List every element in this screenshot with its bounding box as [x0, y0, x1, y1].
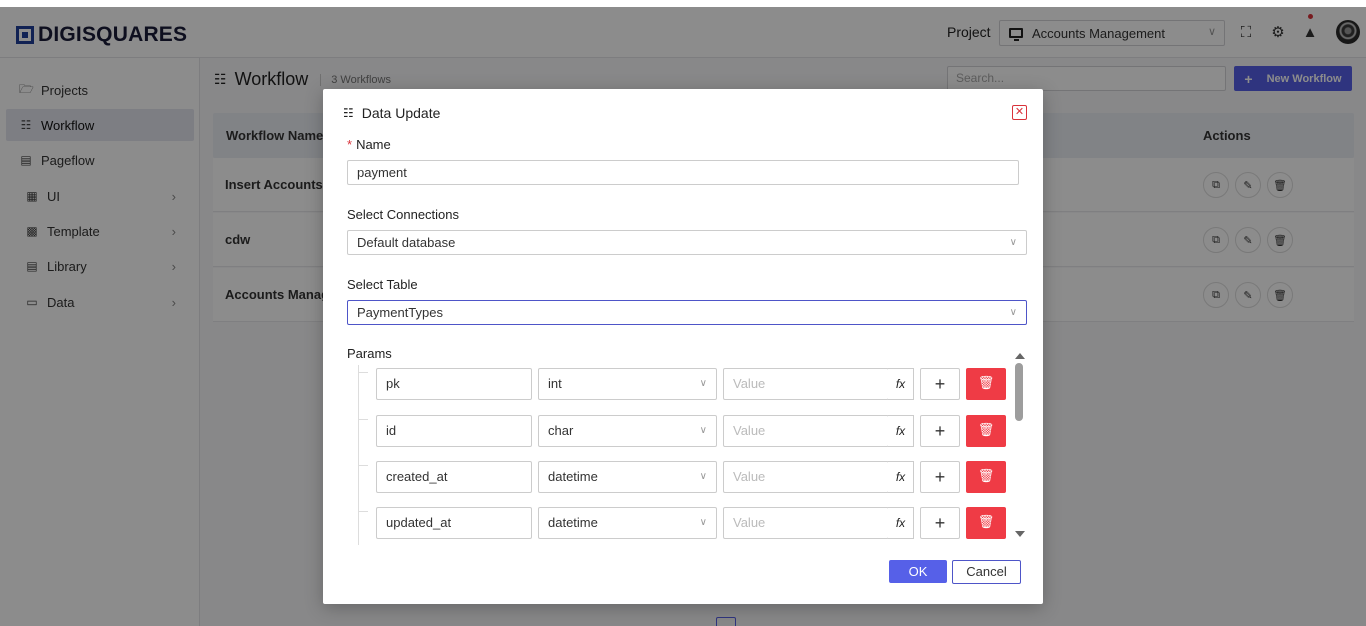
- param-type-value: char: [548, 423, 574, 438]
- param-value-input[interactable]: Value: [723, 507, 889, 539]
- trash-icon: 🗑: [977, 422, 995, 437]
- scrollbar-thumb[interactable]: [1015, 363, 1023, 421]
- connections-select[interactable]: Default database ∨: [347, 230, 1027, 255]
- add-param-button[interactable]: +: [920, 415, 960, 447]
- delete-param-button[interactable]: 🗑: [966, 368, 1006, 400]
- fx-button[interactable]: fx: [888, 415, 914, 447]
- modal-title: ☷ Data Update: [343, 105, 440, 121]
- table-label: Select Table: [347, 277, 418, 292]
- param-field-input[interactable]: id: [376, 415, 532, 447]
- chevron-down-icon: ∨: [699, 517, 707, 528]
- fx-button[interactable]: fx: [888, 368, 914, 400]
- params-scrollbar[interactable]: [1013, 353, 1025, 539]
- table-select-value: PaymentTypes: [357, 305, 443, 320]
- connections-select-value: Default database: [357, 235, 456, 250]
- modal-title-text: Data Update: [361, 105, 441, 121]
- chevron-down-icon: ∨: [699, 471, 707, 482]
- cancel-button[interactable]: Cancel: [952, 560, 1021, 584]
- add-param-button[interactable]: +: [920, 507, 960, 539]
- param-row: pk int ∨ Value fx + 🗑: [347, 368, 1006, 400]
- param-type-select[interactable]: char ∨: [538, 415, 717, 447]
- param-type-select[interactable]: int ∨: [538, 368, 717, 400]
- param-row: updated_at datetime ∨ Value fx + 🗑: [347, 507, 1006, 539]
- param-row: id char ∨ Value fx + 🗑: [347, 415, 1006, 447]
- param-type-select[interactable]: datetime ∨: [538, 507, 717, 539]
- params-list[interactable]: pk int ∨ Value fx + 🗑 id char ∨ Value fx…: [347, 365, 1025, 545]
- workflow-icon: ☷: [343, 106, 354, 120]
- param-value-input[interactable]: Value: [723, 415, 889, 447]
- param-type-value: int: [548, 376, 562, 391]
- table-select[interactable]: PaymentTypes ∨: [347, 300, 1027, 325]
- name-input[interactable]: payment: [347, 160, 1019, 185]
- param-type-value: datetime: [548, 469, 598, 484]
- ok-button[interactable]: OK: [889, 560, 947, 583]
- fx-button[interactable]: fx: [888, 461, 914, 493]
- trash-icon: 🗑: [977, 514, 995, 529]
- param-field-input[interactable]: updated_at: [376, 507, 532, 539]
- tree-branch: [358, 511, 368, 512]
- param-field-input[interactable]: pk: [376, 368, 532, 400]
- add-param-button[interactable]: +: [920, 461, 960, 493]
- chevron-down-icon: ∨: [1009, 237, 1017, 248]
- delete-param-button[interactable]: 🗑: [966, 507, 1006, 539]
- param-value-input[interactable]: Value: [723, 461, 889, 493]
- chevron-down-icon: ∨: [1009, 307, 1017, 318]
- add-param-button[interactable]: +: [920, 368, 960, 400]
- data-update-modal: ☷ Data Update ✕ * Name payment Select Con…: [323, 89, 1043, 604]
- chevron-down-icon: ∨: [699, 378, 707, 389]
- param-value-input[interactable]: Value: [723, 368, 889, 400]
- trash-icon: 🗑: [977, 375, 995, 390]
- param-field-input[interactable]: created_at: [376, 461, 532, 493]
- tree-branch: [358, 419, 368, 420]
- param-row: created_at datetime ∨ Value fx + 🗑: [347, 461, 1006, 493]
- close-icon[interactable]: ✕: [1012, 105, 1027, 120]
- name-label: * Name: [347, 137, 391, 152]
- trash-icon: 🗑: [977, 468, 995, 483]
- tree-branch: [358, 372, 368, 373]
- scroll-down-icon[interactable]: [1015, 531, 1025, 537]
- param-type-select[interactable]: datetime ∨: [538, 461, 717, 493]
- params-label: Params: [347, 346, 392, 361]
- param-type-value: datetime: [548, 515, 598, 530]
- scroll-up-icon[interactable]: [1015, 353, 1025, 359]
- connections-label: Select Connections: [347, 207, 460, 222]
- tree-branch: [358, 465, 368, 466]
- fx-button[interactable]: fx: [888, 507, 914, 539]
- delete-param-button[interactable]: 🗑: [966, 461, 1006, 493]
- delete-param-button[interactable]: 🗑: [966, 415, 1006, 447]
- chevron-down-icon: ∨: [699, 425, 707, 436]
